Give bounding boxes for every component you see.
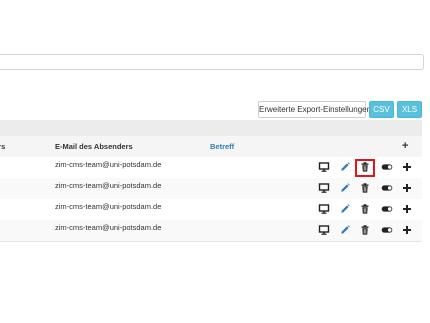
pencil-icon[interactable] (337, 201, 353, 217)
column-header-betreff[interactable]: Betreff (210, 136, 234, 158)
trash-icon[interactable] (357, 222, 373, 238)
monitor-icon[interactable] (316, 201, 332, 217)
trash-icon-glyph (361, 162, 369, 172)
monitor-icon-glyph (318, 183, 330, 193)
toggle-icon-glyph (381, 227, 393, 233)
trash-icon-glyph (361, 204, 369, 214)
table-row: zim-cms-team@uni-potsdam.de (0, 157, 422, 179)
export-settings-button[interactable]: Erweiterte Export-Einstellungen (258, 101, 371, 118)
sender-email: zim-cms-team@uni-potsdam.de (55, 160, 162, 169)
pencil-icon-glyph (341, 225, 350, 234)
plus-icon-glyph (403, 184, 411, 192)
toggle-icon[interactable] (379, 222, 395, 238)
trash-icon-glyph (361, 183, 369, 193)
search-input[interactable] (0, 54, 424, 70)
pencil-icon-glyph (341, 183, 350, 192)
sender-email: zim-cms-team@uni-potsdam.de (55, 181, 162, 190)
table-header: ers E-Mail des Absenders Betreff + (0, 136, 422, 158)
monitor-icon-glyph (318, 162, 330, 172)
toggle-icon[interactable] (379, 159, 395, 175)
toggle-icon-glyph (381, 164, 393, 170)
plus-icon-glyph (403, 163, 411, 171)
trash-icon[interactable] (357, 201, 373, 217)
plus-icon[interactable] (399, 159, 415, 175)
add-column-button[interactable]: + (402, 136, 408, 156)
table-row: zim-cms-team@uni-potsdam.de (0, 220, 422, 242)
pencil-icon-glyph (341, 162, 350, 171)
plus-icon[interactable] (399, 201, 415, 217)
csv-export-button[interactable]: CSV (369, 101, 394, 118)
pencil-icon[interactable] (337, 180, 353, 196)
monitor-icon[interactable] (316, 222, 332, 238)
monitor-icon[interactable] (316, 159, 332, 175)
plus-icon-glyph (403, 226, 411, 234)
trash-icon[interactable] (357, 159, 373, 175)
plus-icon-glyph (403, 205, 411, 213)
monitor-icon-glyph (318, 225, 330, 235)
column-header-absender[interactable]: ers (0, 136, 5, 158)
monitor-icon-glyph (318, 204, 330, 214)
monitor-icon[interactable] (316, 180, 332, 196)
trash-icon-glyph (361, 225, 369, 235)
toggle-icon-glyph (381, 185, 393, 191)
toggle-icon[interactable] (379, 180, 395, 196)
pencil-icon[interactable] (337, 222, 353, 238)
table-row: zim-cms-team@uni-potsdam.de (0, 199, 422, 221)
column-header-email[interactable]: E-Mail des Absenders (55, 136, 133, 158)
toggle-icon-glyph (381, 206, 393, 212)
plus-icon[interactable] (399, 222, 415, 238)
toggle-icon[interactable] (379, 201, 395, 217)
sender-email: zim-cms-team@uni-potsdam.de (55, 202, 162, 211)
sender-email: zim-cms-team@uni-potsdam.de (55, 223, 162, 232)
pencil-icon-glyph (341, 204, 350, 213)
plus-icon[interactable] (399, 180, 415, 196)
pencil-icon[interactable] (337, 159, 353, 175)
trash-icon[interactable] (357, 180, 373, 196)
table-row: zim-cms-team@uni-potsdam.de (0, 178, 422, 200)
xls-export-button[interactable]: XLS (397, 101, 422, 118)
table-toolbar (0, 120, 422, 136)
